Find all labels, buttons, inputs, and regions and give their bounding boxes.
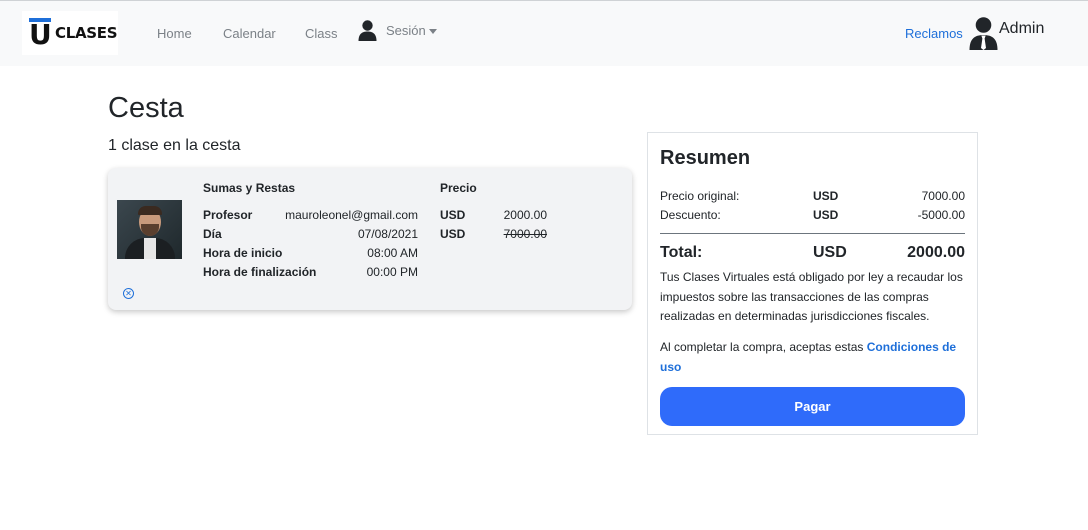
price-currency: USD (440, 208, 466, 222)
terms-notice: Al completar la compra, aceptas estas Co… (660, 338, 970, 377)
professor-email: mauroleonel@gmail.com (285, 208, 418, 222)
tax-notice: Tus Clases Virtuales está obligado por l… (660, 270, 963, 323)
terms-prefix: Al completar la compra, aceptas estas (660, 340, 867, 354)
end-time-label: Hora de finalización (203, 265, 317, 279)
caret-down-icon (428, 28, 437, 34)
start-time-label: Hora de inicio (203, 246, 283, 260)
total-currency: USD (813, 244, 847, 261)
total-value: 2000.00 (907, 244, 965, 261)
discount-currency: USD (813, 208, 839, 222)
admin-menu[interactable]: Admin (969, 17, 1044, 50)
price-header: Precio (440, 181, 477, 195)
session-dropdown[interactable]: Sesión (358, 20, 437, 41)
session-label: Sesión (386, 23, 426, 38)
brand-u-mark: U (29, 18, 53, 51)
day-value: 07/08/2021 (357, 227, 418, 241)
end-time-value: 00:00 PM (366, 265, 418, 279)
nav-class[interactable]: Class (305, 26, 338, 41)
total-label: Total: (660, 244, 703, 261)
nav-calendar[interactable]: Calendar (223, 26, 276, 41)
nav-home[interactable]: Home (157, 26, 192, 41)
professor-label: Profesor (203, 208, 253, 222)
remove-circle-icon[interactable]: ✕ (123, 288, 134, 299)
admin-name: Admin (999, 20, 1045, 37)
user-icon (358, 20, 377, 41)
summary-title: Resumen (660, 147, 751, 169)
price-amount: 2000.00 (503, 208, 547, 222)
original-price-currency: USD (813, 189, 839, 203)
page-title: Cesta (108, 92, 184, 124)
pay-button[interactable]: Pagar (660, 387, 965, 426)
summary-divider (660, 233, 965, 234)
start-time-value: 08:00 AM (367, 246, 418, 260)
class-name[interactable]: Sumas y Restas (203, 181, 295, 195)
original-price-amount: 7000.00 (503, 227, 547, 241)
original-price-label: Precio original: (660, 189, 740, 203)
user-tie-icon (969, 17, 998, 50)
day-label: Día (203, 227, 222, 241)
navbar: U CLASES Home Calendar Class Sesión Recl… (0, 0, 1088, 66)
cart-item-card: Sumas y Restas Precio Profesor mauroleon… (108, 168, 632, 310)
brand-logo[interactable]: U CLASES (22, 11, 118, 55)
nav-reclamos[interactable]: Reclamos (905, 26, 963, 41)
original-price-currency: USD (440, 227, 466, 241)
summary-panel: Resumen Precio original: USD 7000.00 Des… (647, 132, 978, 435)
discount-value: -5000.00 (917, 208, 965, 222)
brand-u-letter: U (29, 18, 52, 51)
original-price-value: 7000.00 (921, 189, 965, 203)
cart-count: 1 clase en la cesta (108, 137, 241, 154)
discount-label: Descuento: (660, 208, 721, 222)
instructor-photo (117, 200, 182, 259)
brand-text: CLASES (55, 24, 118, 42)
